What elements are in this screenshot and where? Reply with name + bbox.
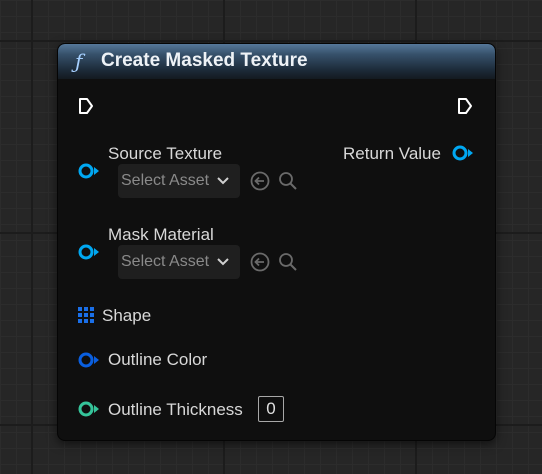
use-selected-asset-icon[interactable] <box>250 171 270 191</box>
asset-picker-text: Select Asset <box>121 172 210 189</box>
shape-label: Shape <box>102 306 152 325</box>
browse-asset-search-icon[interactable] <box>278 171 298 191</box>
chevron-down-icon <box>217 258 229 266</box>
exec-output-pin-icon[interactable] <box>457 97 473 115</box>
browse-asset-search-icon[interactable] <box>278 252 298 272</box>
source-texture-pin-icon[interactable] <box>78 163 100 179</box>
function-icon: ƒ <box>75 49 83 73</box>
blueprint-node[interactable]: ƒ Create Masked Texture Source Texture S… <box>57 43 496 441</box>
source-texture-asset-picker[interactable]: Select Asset <box>118 164 240 198</box>
chevron-down-icon <box>217 177 229 185</box>
outline-color-pin-icon[interactable] <box>78 352 100 368</box>
outline-thickness-pin-icon[interactable] <box>78 401 100 417</box>
mask-material-label: Mask Material <box>108 225 214 244</box>
source-texture-label: Source Texture <box>108 144 223 163</box>
node-title: Create Masked Texture <box>101 50 308 71</box>
return-value-label: Return Value <box>343 144 441 163</box>
mask-material-asset-picker[interactable]: Select Asset <box>118 245 240 279</box>
exec-input-pin-icon[interactable] <box>78 97 94 115</box>
mask-material-pin-icon[interactable] <box>78 244 100 260</box>
return-value-pin-icon[interactable] <box>452 145 474 161</box>
outline-thickness-label: Outline Thickness <box>108 400 243 419</box>
use-selected-asset-icon[interactable] <box>250 252 270 272</box>
outline-thickness-input[interactable]: 0 <box>258 396 284 422</box>
asset-picker-text: Select Asset <box>121 253 210 270</box>
node-header[interactable]: ƒ Create Masked Texture <box>58 44 495 79</box>
shape-grid-pin-icon[interactable] <box>78 307 94 323</box>
outline-color-label: Outline Color <box>108 350 208 369</box>
